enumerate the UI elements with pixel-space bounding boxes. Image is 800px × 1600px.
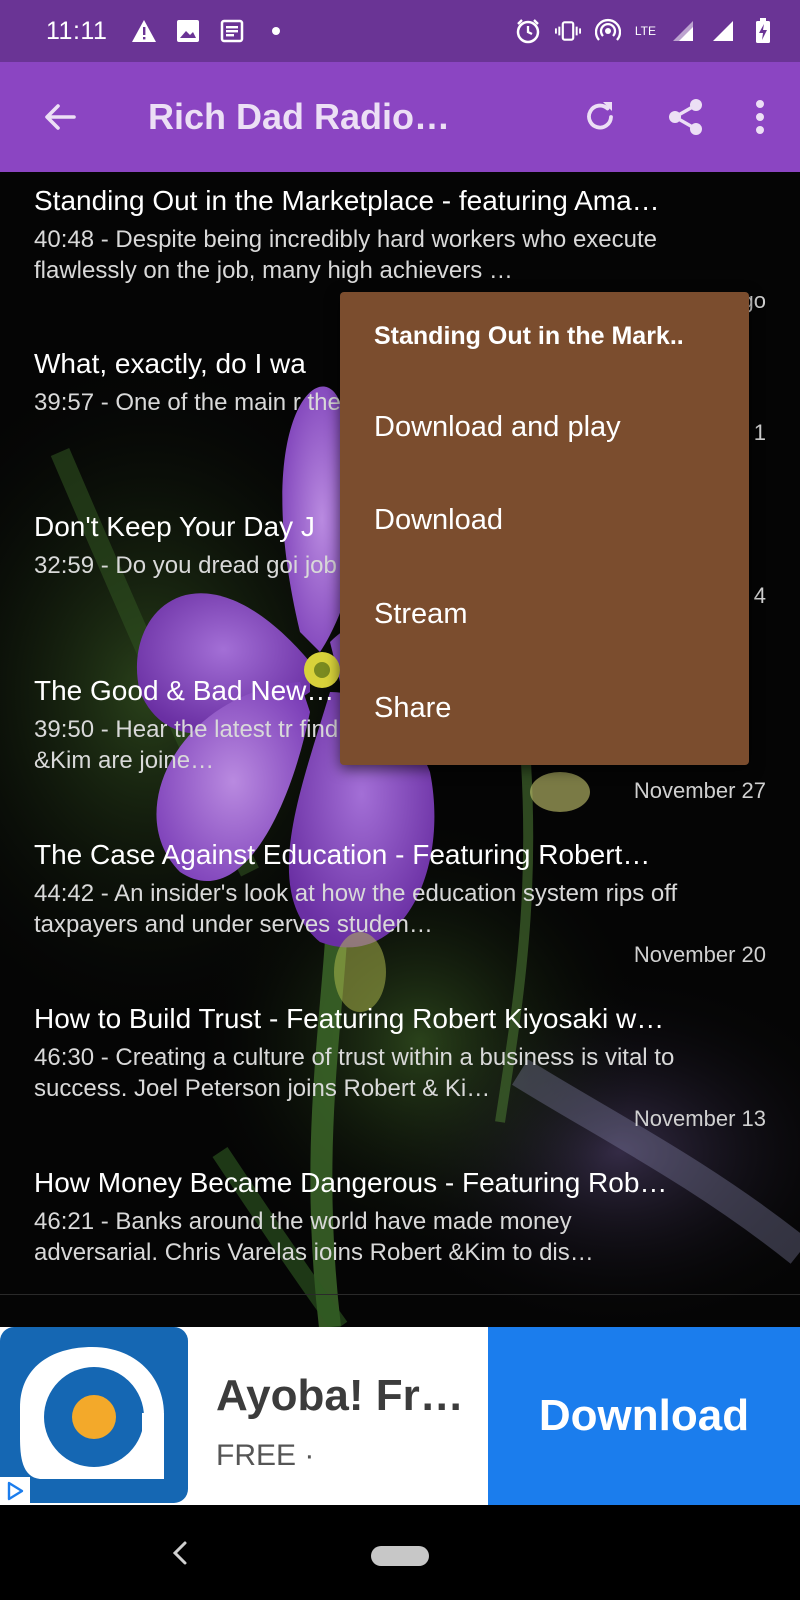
page-title: Rich Dad Radio…: [148, 96, 451, 137]
back-button[interactable]: [30, 87, 90, 147]
popup-title: Standing Out in the Mark..: [374, 322, 684, 350]
refresh-icon: [587, 102, 613, 130]
status-time: 11:11: [46, 16, 108, 45]
status-bar: 11:11 LTE: [0, 0, 800, 62]
signal-icon: [670, 18, 696, 44]
menu-item-download[interactable]: Download: [340, 473, 749, 567]
episode-title: How Money Became Dangerous - Featuring R…: [34, 1167, 668, 1198]
episode-title: The Case Against Education - Featuring R…: [34, 839, 651, 870]
vibrate-icon: [554, 18, 581, 44]
image-icon: [175, 18, 201, 44]
battery-icon: [750, 18, 776, 44]
refresh-button[interactable]: [568, 85, 632, 149]
app-bar: Rich Dad Radio…: [0, 62, 800, 172]
lte-icon: LTE: [635, 18, 656, 44]
episode-date: November 13: [633, 1106, 766, 1131]
list-item[interactable]: How to Build Trust - Featuring Robert Ki…: [34, 1002, 766, 1132]
overflow-menu-button[interactable]: [740, 85, 780, 149]
episode-title: Standing Out in the Marketplace - featur…: [34, 185, 660, 216]
ad-choices-icon[interactable]: [0, 1477, 30, 1505]
episode-context-menu: Standing Out in the Mark.. Download and …: [340, 292, 749, 765]
dot-icon: [263, 18, 289, 44]
episode-description: 44:42 - An insider's look at how the edu…: [34, 880, 678, 938]
ad-download-button[interactable]: Download: [488, 1327, 800, 1505]
warning-icon: [131, 18, 157, 44]
ad-banner[interactable]: Ayoba! Fr… FREE · Download: [0, 1327, 800, 1505]
ad-app-name: Ayoba! Fr…: [216, 1371, 464, 1420]
system-nav-bar: [0, 1505, 800, 1600]
share-icon: [669, 99, 702, 135]
menu-item-download-and-play[interactable]: Download and play: [340, 380, 749, 474]
chevron-left-icon: [172, 1541, 187, 1565]
episode-description: 46:30 - Creating a culture of trust with…: [34, 1044, 675, 1102]
ad-price: FREE ·: [216, 1439, 315, 1472]
menu-item-stream[interactable]: Stream: [340, 567, 749, 661]
episode-date: November 20: [633, 942, 766, 967]
news-icon: [219, 18, 245, 44]
list-item[interactable]: How Money Became Dangerous - Featuring R…: [34, 1166, 766, 1270]
nav-back-button[interactable]: [160, 1533, 200, 1573]
hotspot-icon: [594, 18, 621, 44]
share-button[interactable]: [654, 85, 718, 149]
arrow-back-icon: [45, 104, 76, 130]
menu-item-share[interactable]: Share: [340, 661, 749, 755]
divider: [0, 1294, 800, 1295]
episode-description: 40:48 - Despite being incredibly hard wo…: [34, 226, 658, 284]
system-icons: LTE: [515, 18, 776, 44]
episode-title: How to Build Trust - Featuring Robert Ki…: [34, 1003, 665, 1034]
notification-icons: [131, 18, 289, 44]
list-item[interactable]: The Case Against Education - Featuring R…: [34, 838, 766, 968]
episode-description: 46:21 - Banks around the world have made…: [34, 1208, 594, 1266]
episode-date: November 27: [633, 778, 766, 803]
app-actions: [546, 85, 780, 149]
nav-home-pill[interactable]: [371, 1546, 429, 1566]
more-vert-icon: [756, 100, 764, 134]
alarm-icon: [515, 18, 541, 44]
signal-icon: [710, 18, 736, 44]
lte-label: LTE: [634, 24, 656, 38]
